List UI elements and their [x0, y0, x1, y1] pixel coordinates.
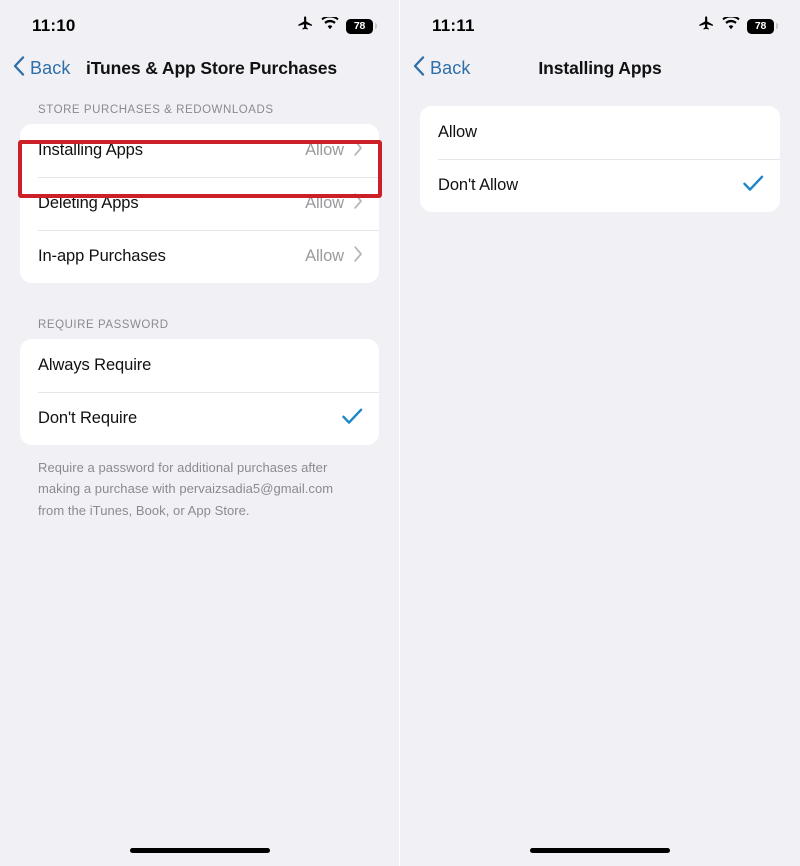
- row-right: Allow: [305, 246, 363, 267]
- dual-phone-screenshot: 11:10 78 Back iTunes & App Store Purchas…: [0, 0, 800, 866]
- row-right: Allow: [305, 140, 363, 161]
- back-button[interactable]: Back: [13, 55, 71, 81]
- row-label: In-app Purchases: [38, 247, 166, 265]
- airplane-icon: [698, 15, 715, 37]
- row-label: Installing Apps: [38, 141, 143, 159]
- home-indicator: [129, 848, 270, 853]
- row-label: Always Require: [38, 356, 152, 374]
- row-value: Allow: [305, 194, 344, 212]
- settings-content: Allow Don't Allow: [400, 90, 800, 212]
- back-label: Back: [430, 57, 471, 78]
- row-deleting-apps[interactable]: Deleting Apps Allow: [20, 177, 379, 230]
- row-label: Don't Allow: [438, 176, 519, 194]
- battery-icon: 78: [346, 18, 377, 34]
- battery-icon: 78: [747, 18, 778, 34]
- status-time: 11:10: [32, 16, 76, 35]
- wifi-icon: [321, 14, 339, 36]
- back-label: Back: [30, 57, 71, 78]
- require-password-card: Always Require Don't Require: [20, 339, 379, 445]
- airplane-icon: [297, 15, 314, 37]
- row-value: Allow: [305, 141, 344, 159]
- page-title: Installing Apps: [538, 57, 662, 78]
- row-right: Allow: [305, 193, 363, 214]
- navigation-bar: Back Installing Apps: [400, 46, 800, 90]
- status-bar: 11:11 78: [400, 0, 800, 46]
- row-label: Allow: [438, 123, 477, 141]
- page-title: iTunes & App Store Purchases: [86, 57, 338, 78]
- row-allow[interactable]: Allow: [420, 106, 780, 159]
- status-time: 11:11: [432, 16, 475, 35]
- require-password-footnote: Require a password for additional purcha…: [38, 460, 334, 518]
- settings-content: STORE PURCHASES & REDOWNLOADS Installing…: [0, 90, 399, 521]
- home-indicator: [530, 848, 670, 853]
- checkmark-icon: [342, 408, 363, 430]
- section-header-require-password: REQUIRE PASSWORD: [38, 319, 169, 331]
- row-dont-allow[interactable]: Don't Allow: [420, 159, 780, 212]
- chevron-left-icon: [413, 55, 425, 81]
- wifi-icon: [722, 14, 740, 36]
- checkmark-icon: [743, 175, 764, 197]
- status-icons: 78: [297, 14, 377, 37]
- row-value: Allow: [305, 247, 344, 265]
- chevron-left-icon: [13, 55, 25, 81]
- chevron-right-icon: [354, 193, 363, 214]
- phone-screen-right: 11:11 78 Back Installing Apps Allow Don'…: [400, 0, 800, 866]
- row-installing-apps[interactable]: Installing Apps Allow: [20, 124, 379, 177]
- back-button[interactable]: Back: [413, 55, 471, 81]
- navigation-bar: Back iTunes & App Store Purchases: [0, 46, 399, 90]
- store-purchases-card: Installing Apps Allow Deleting Apps Allo…: [20, 124, 379, 283]
- installing-apps-options-card: Allow Don't Allow: [420, 106, 780, 212]
- phone-screen-left: 11:10 78 Back iTunes & App Store Purchas…: [0, 0, 400, 866]
- row-label: Don't Require: [38, 409, 138, 427]
- status-icons: 78: [698, 14, 778, 37]
- row-dont-require[interactable]: Don't Require: [20, 392, 379, 445]
- chevron-right-icon: [354, 246, 363, 267]
- battery-percentage: 78: [754, 19, 767, 32]
- battery-percentage: 78: [353, 19, 366, 32]
- row-always-require[interactable]: Always Require: [20, 339, 379, 392]
- row-in-app-purchases[interactable]: In-app Purchases Allow: [20, 230, 379, 283]
- status-bar: 11:10 78: [0, 0, 399, 46]
- section-header-store-purchases: STORE PURCHASES & REDOWNLOADS: [38, 104, 274, 116]
- chevron-right-icon: [354, 140, 363, 161]
- row-label: Deleting Apps: [38, 194, 139, 212]
